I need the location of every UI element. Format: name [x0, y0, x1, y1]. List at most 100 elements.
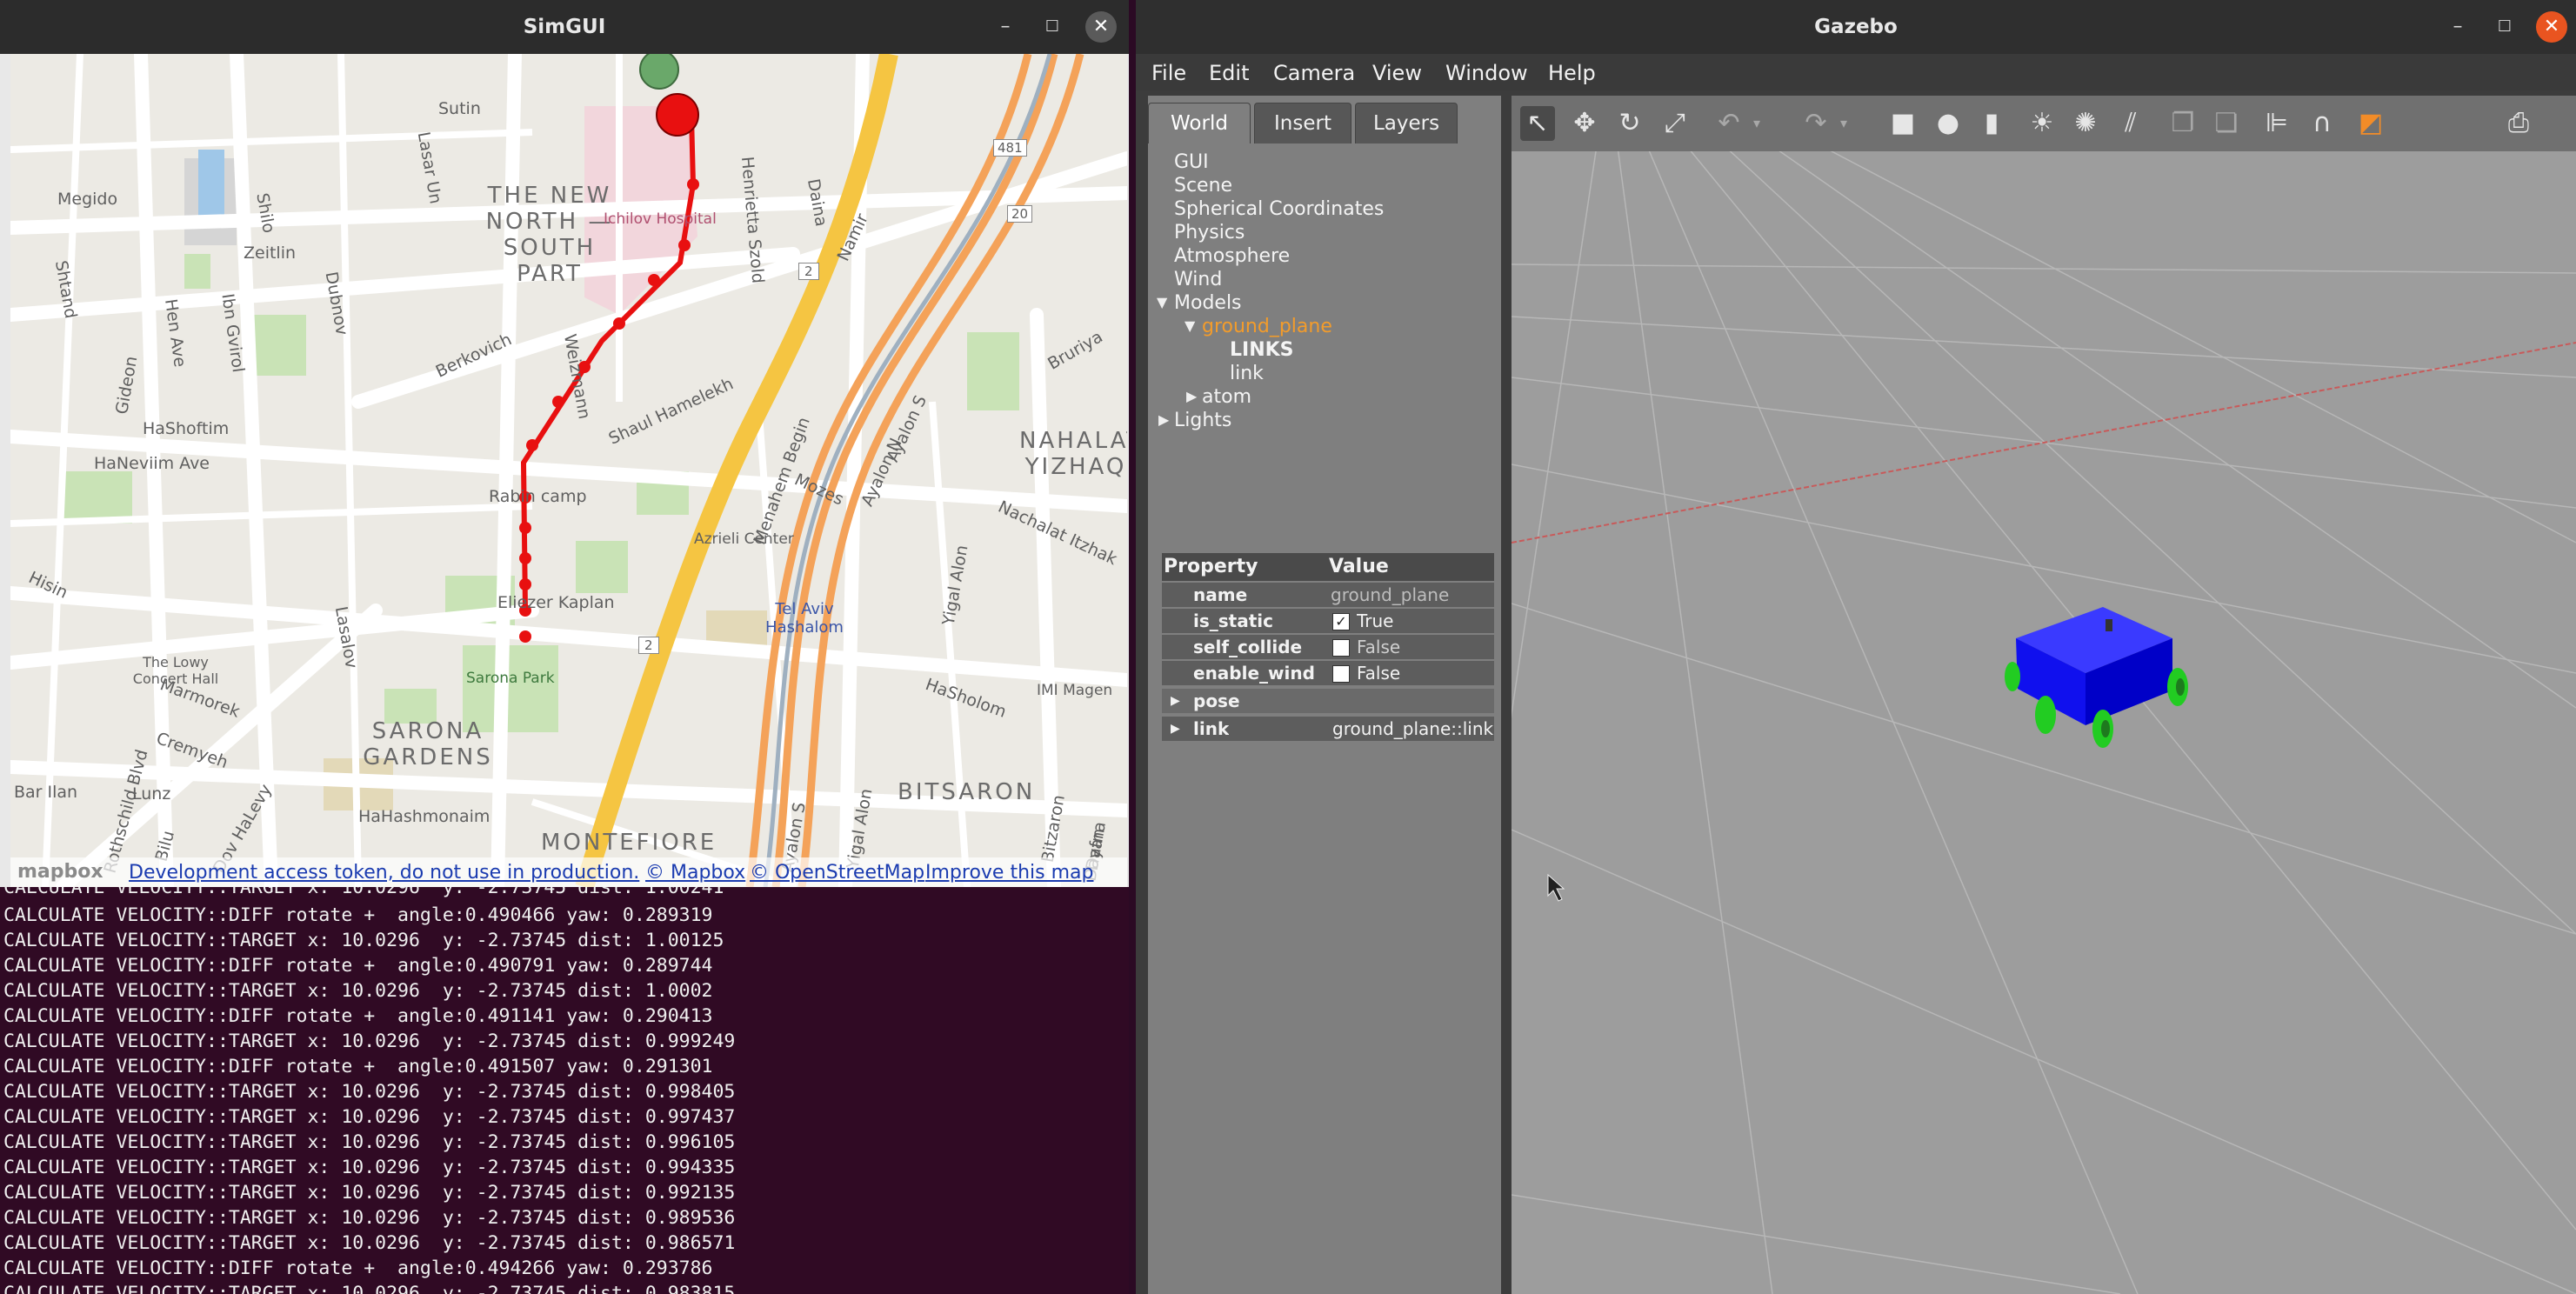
tree-item-gui[interactable]: GUI [1174, 151, 1209, 173]
translate-mode-icon[interactable]: ✥ [1567, 106, 1602, 141]
terminal-line: CALCULATE VELOCITY::TARGET x: 10.0296 y:… [3, 930, 724, 951]
menu-view[interactable]: View [1372, 61, 1422, 85]
expand-right-icon[interactable]: ▶ [1171, 689, 1180, 713]
tree-item-lights[interactable]: Lights [1174, 410, 1231, 431]
chevron-down-icon[interactable]: ▾ [1739, 106, 1774, 141]
terminal-line: CALCULATE VELOCITY::TARGET x: 10.0296 y:… [3, 1081, 736, 1103]
tree-item-links: LINKS [1230, 339, 1294, 361]
property-row-self-collide: self_collide False [1162, 635, 1494, 659]
tab-layers[interactable]: Layers [1355, 103, 1458, 143]
terminal-output[interactable]: CALCULATE VELOCITY::TARGET x: 10.0296 y:… [0, 887, 1129, 1294]
menu-bar: File Edit Camera View Window Help [1136, 54, 2576, 90]
mapbox-logo: mapbox [17, 861, 103, 883]
box-shape-icon[interactable]: ■ [1885, 106, 1920, 141]
menu-file[interactable]: File [1151, 61, 1186, 85]
minimize-button[interactable]: – [2442, 11, 2473, 43]
paste-icon[interactable]: ❏ [2209, 106, 2244, 141]
menu-camera[interactable]: Camera [1273, 61, 1355, 85]
token-notice-link[interactable]: Development access token, do not use in … [129, 862, 639, 884]
place-label: Tel Aviv Hashalom [765, 600, 844, 637]
terminal-line: CALCULATE VELOCITY::DIFF rotate + angle:… [3, 1005, 713, 1027]
minimize-button[interactable]: – [990, 11, 1021, 43]
property-value: True [1357, 610, 1394, 631]
cylinder-shape-icon[interactable]: ▮ [1974, 106, 2009, 141]
rotate-mode-icon[interactable]: ↻ [1612, 106, 1647, 141]
screenshot-icon[interactable]: ⎙ [2501, 106, 2536, 141]
terminal-line: CALCULATE VELOCITY::TARGET x: 10.0296 y:… [3, 1283, 736, 1294]
tree-item-wind[interactable]: Wind [1174, 269, 1222, 290]
area-label: SARONA GARDENS [363, 718, 493, 770]
area-label: THE NEW NORTH — SOUTH PART [485, 183, 614, 287]
tree-item-atom[interactable]: atom [1202, 386, 1251, 408]
highway-shield: 20 [1007, 205, 1033, 223]
tree-item-link[interactable]: link [1230, 363, 1264, 384]
street-label: Eliezer Kaplan [497, 593, 615, 612]
terminal-line: CALCULATE VELOCITY::TARGET x: 10.0296 y:… [3, 980, 713, 1002]
osm-link[interactable]: © OpenStreetMap [750, 862, 924, 884]
enable-wind-checkbox[interactable] [1332, 665, 1350, 683]
tree-item-physics[interactable]: Physics [1174, 222, 1245, 243]
property-row-pose[interactable]: ▶ pose [1162, 689, 1494, 713]
spot-light-icon[interactable]: ✺ [2068, 106, 2103, 141]
view-angle-icon[interactable]: ◩ [2353, 106, 2388, 141]
property-col-header: Property [1164, 556, 1258, 577]
menu-help[interactable]: Help [1548, 61, 1596, 85]
street-label: Sutin [438, 99, 481, 118]
tree-item-models[interactable]: Models [1174, 292, 1242, 314]
map-view[interactable]: Sutin Megido Shilo Lasar Un Zeitlin Shta… [10, 54, 1127, 887]
close-button[interactable]: ✕ [2536, 11, 2567, 43]
area-label: NAHALAT YIZHAQ [1019, 428, 1127, 480]
place-label: Rabin camp [489, 487, 587, 506]
expand-down-icon[interactable]: ▼ [1185, 317, 1195, 334]
expand-right-icon[interactable]: ▶ [1171, 717, 1180, 741]
directional-light-icon[interactable]: ⫽ [2113, 106, 2148, 141]
street-label: HaShoftim [143, 419, 230, 438]
tab-world[interactable]: World [1148, 103, 1251, 143]
tree-item-scene[interactable]: Scene [1174, 175, 1232, 197]
mapbox-link[interactable]: © Mapbox [645, 862, 745, 884]
snap-icon[interactable]: ∩ [2305, 106, 2339, 141]
tree-item-ground-plane[interactable]: ground_plane [1202, 316, 1332, 337]
expand-right-icon[interactable]: ▶ [1158, 411, 1169, 428]
scale-mode-icon[interactable]: ⤢ [1658, 106, 1692, 141]
close-button[interactable]: ✕ [1085, 11, 1117, 43]
expand-right-icon[interactable]: ▶ [1186, 388, 1197, 404]
street-label: Zeitlin [244, 243, 297, 263]
property-header: Property Value [1162, 553, 1494, 581]
sphere-shape-icon[interactable]: ● [1931, 106, 1965, 141]
tab-insert[interactable]: Insert [1254, 103, 1351, 143]
property-value: ground_plane [1331, 584, 1450, 605]
terminal-line: CALCULATE VELOCITY::TARGET x: 10.0296 y:… [3, 887, 724, 898]
maximize-button[interactable]: ☐ [1037, 11, 1068, 43]
simgui-titlebar[interactable]: SimGUI – ☐ ✕ [0, 0, 1129, 54]
self-collide-checkbox[interactable] [1332, 639, 1350, 657]
point-light-icon[interactable]: ☀ [2025, 106, 2059, 141]
place-label: IMI Magen [1037, 682, 1113, 699]
street-label: HaHashmonaim [358, 807, 491, 826]
property-row-link[interactable]: ▶ link ground_plane::link [1162, 717, 1494, 741]
align-icon[interactable]: ⊫ [2259, 106, 2294, 141]
area-label: MONTEFIORE [541, 830, 717, 856]
street-label: Bar Ilan [14, 783, 78, 802]
select-mode-icon[interactable]: ↖ [1520, 106, 1555, 141]
property-row-name[interactable]: name ground_plane [1162, 583, 1494, 607]
property-value: False [1357, 663, 1401, 684]
copy-icon[interactable]: ❐ [2166, 106, 2200, 141]
tree-item-atmosphere[interactable]: Atmosphere [1174, 245, 1290, 267]
is-static-checkbox[interactable]: ✓ [1332, 613, 1350, 630]
terminal-line: CALCULATE VELOCITY::TARGET x: 10.0296 y:… [3, 1031, 736, 1052]
maximize-button[interactable]: ☐ [2489, 11, 2520, 43]
scene-render [1512, 151, 2576, 1294]
3d-viewport[interactable] [1512, 151, 2576, 1294]
menu-window[interactable]: Window [1445, 61, 1528, 85]
menu-edit[interactable]: Edit [1209, 61, 1249, 85]
terminal-line: CALCULATE VELOCITY::DIFF rotate + angle:… [3, 955, 713, 977]
improve-map-link[interactable]: Improve this map [925, 862, 1093, 884]
property-key: link [1193, 718, 1230, 739]
chevron-down-icon[interactable]: ▾ [1826, 106, 1861, 141]
expand-down-icon[interactable]: ▼ [1157, 294, 1167, 310]
tree-item-spherical[interactable]: Spherical Coordinates [1174, 198, 1384, 220]
gazebo-titlebar[interactable]: Gazebo – ☐ ✕ [1136, 0, 2576, 54]
simgui-window: SimGUI – ☐ ✕ Sutin Megido Shilo Lasar Un… [0, 0, 1129, 889]
place-label: The Lowy Concert Hall [132, 654, 219, 687]
